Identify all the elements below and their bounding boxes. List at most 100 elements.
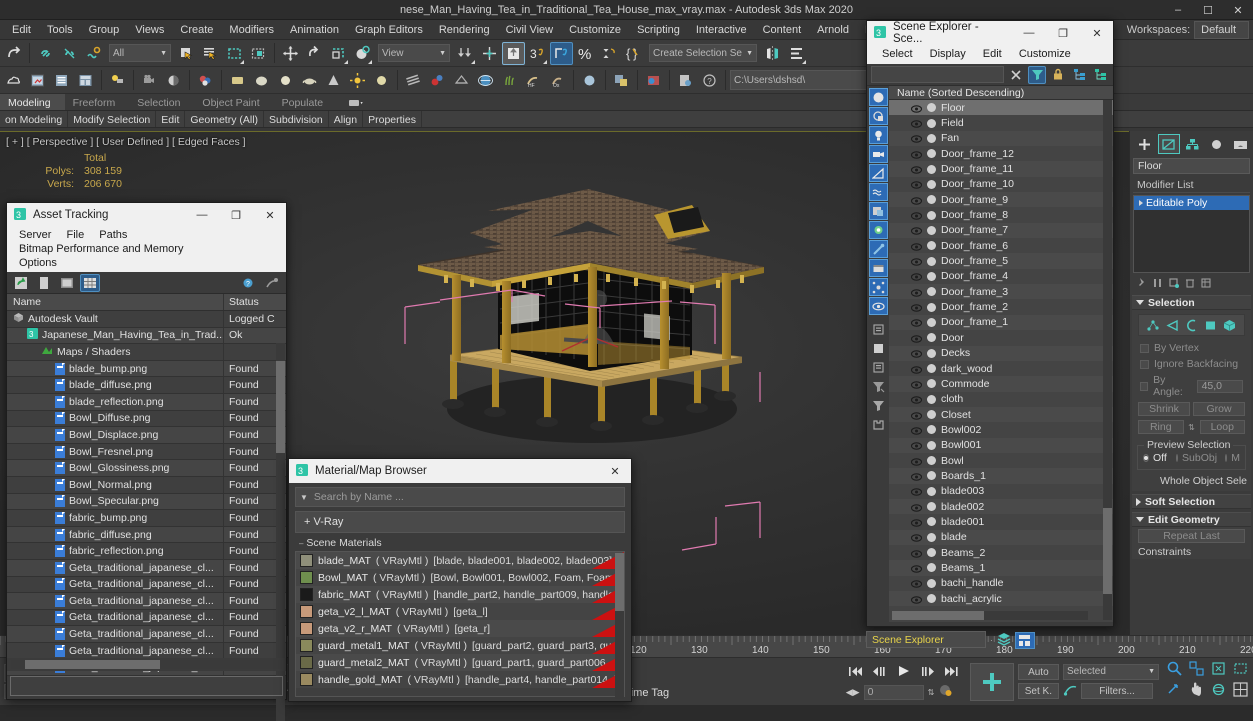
teapot-primitive-icon[interactable]	[298, 69, 321, 92]
preview-off-radio[interactable]	[1143, 454, 1149, 462]
scene-converter-icon[interactable]	[610, 69, 633, 92]
menu-item-content[interactable]: Content	[755, 22, 810, 38]
menu-item-views[interactable]: Views	[127, 22, 172, 38]
freeze-toggle-icon[interactable]	[927, 348, 936, 358]
freeze-toggle-icon[interactable]	[927, 532, 936, 542]
freeze-toggle-icon[interactable]	[927, 256, 936, 266]
vray-globe-icon[interactable]	[474, 69, 497, 92]
scene-explorer-column-header[interactable]: Name (Sorted Descending)	[889, 86, 1113, 100]
box-primitive-icon[interactable]	[226, 69, 249, 92]
table-row[interactable]: Bowl_Fresnel.png Found	[7, 443, 286, 461]
selection-filter-funnel-icon[interactable]	[869, 377, 888, 395]
freeze-toggle-icon[interactable]	[927, 379, 936, 389]
scene-object-row[interactable]: Door_frame_6	[889, 238, 1113, 254]
sphere-primitive-icon[interactable]	[250, 69, 273, 92]
workspaces-selector[interactable]: Workspaces: Default	[1127, 20, 1253, 39]
go-to-end-icon[interactable]	[942, 662, 962, 680]
eye-icon[interactable]	[910, 472, 923, 481]
menu-item-rendering[interactable]: Rendering	[431, 22, 498, 38]
list-item[interactable]: handle_gold_MAT( VRayMtl ) [handle_part4,…	[296, 671, 624, 688]
display-tab-icon[interactable]	[1229, 134, 1251, 154]
tab-freeform[interactable]: Freeform	[65, 94, 130, 110]
se-menu-customize[interactable]: Customize	[1012, 47, 1078, 61]
scene-object-row[interactable]: bachi_handle	[889, 575, 1113, 591]
freeze-toggle-icon[interactable]	[927, 517, 936, 527]
list-item[interactable]: guard_metal1_MAT( VRayMtl ) [guard_part2,…	[296, 637, 624, 654]
menu-item-graph-editors[interactable]: Graph Editors	[347, 22, 431, 38]
go-to-start-icon[interactable]	[846, 662, 866, 680]
display-hidden-icon[interactable]	[868, 297, 888, 315]
by-angle-checkbox[interactable]: By Angle: 45,0	[1132, 372, 1251, 400]
lock-icon[interactable]	[1049, 66, 1067, 84]
eye-icon[interactable]	[910, 288, 923, 297]
ribbon-btn-edit[interactable]: Edit	[156, 111, 186, 127]
table-row[interactable]: Maps / Shaders	[7, 344, 286, 361]
scene-object-row[interactable]: Door_frame_4	[889, 268, 1113, 285]
physical-camera-icon[interactable]	[162, 69, 185, 92]
stack-item-editable-poly[interactable]: Editable Poly	[1134, 196, 1249, 210]
select-and-rotate-icon[interactable]	[303, 42, 326, 65]
orbit-icon[interactable]	[1207, 679, 1229, 700]
freeze-toggle-icon[interactable]	[927, 486, 936, 496]
mirror-icon[interactable]	[761, 42, 784, 65]
key-filters-button[interactable]: Filters...	[1081, 683, 1153, 699]
freeze-toggle-icon[interactable]	[927, 364, 936, 374]
ribbon-btn-geometry-all[interactable]: Geometry (All)	[185, 111, 265, 127]
scene-object-row[interactable]: Floor	[889, 100, 1113, 116]
eye-icon[interactable]	[910, 303, 923, 312]
eye-icon[interactable]	[910, 272, 923, 282]
table-row[interactable]: Bowl_Normal.png Found	[7, 476, 286, 494]
select-and-manipulate-icon[interactable]	[478, 42, 501, 65]
object-name-field[interactable]: Floor	[1133, 158, 1250, 174]
rendered-frame-window-icon[interactable]	[50, 69, 73, 92]
scene-object-row[interactable]: Door_frame_5	[889, 253, 1113, 269]
pan-view-icon[interactable]	[1185, 679, 1207, 700]
eye-icon[interactable]	[910, 318, 923, 328]
tab-selection[interactable]: Selection	[129, 94, 194, 110]
eye-icon[interactable]	[910, 579, 923, 589]
eye-icon[interactable]	[910, 334, 923, 343]
freeze-toggle-icon[interactable]	[927, 502, 936, 512]
eye-icon[interactable]	[910, 564, 923, 573]
field-of-view-icon[interactable]	[1163, 679, 1185, 700]
menu-item-scripting[interactable]: Scripting	[629, 22, 688, 38]
scene-object-row[interactable]: Decks	[889, 345, 1113, 361]
vray-light-icon[interactable]	[450, 69, 473, 92]
asset-tracking-minimize-icon[interactable]: —	[188, 203, 216, 227]
asset-tracking-titlebar[interactable]: 3 Asset Tracking — ❐ ✕	[7, 203, 286, 227]
freeze-toggle-icon[interactable]	[927, 333, 936, 343]
menu-item-edit[interactable]: Edit	[4, 22, 39, 38]
select-object-icon[interactable]	[175, 42, 198, 65]
preview-multi-radio[interactable]	[1225, 454, 1228, 462]
border-subobject-icon[interactable]	[1183, 317, 1200, 333]
eye-icon[interactable]	[910, 349, 923, 358]
by-angle-value[interactable]: 45,0	[1196, 379, 1244, 393]
vray-fur-icon[interactable]	[498, 69, 521, 92]
ribbon-btn-properties[interactable]: Properties	[363, 111, 422, 127]
rollout-soft-selection-header[interactable]: Soft Selection	[1132, 494, 1251, 509]
by-vertex-box[interactable]	[1140, 343, 1149, 353]
vray-hair-farm-icon[interactable]: HF	[522, 69, 545, 92]
table-row[interactable]: Bowl_Specular.png Found	[7, 493, 286, 511]
eye-icon[interactable]	[910, 134, 923, 144]
create-tab-icon[interactable]	[1134, 134, 1156, 154]
scene-materials-list[interactable]: blade_MAT( VRayMtl ) [blade, blade001, bl…	[295, 551, 625, 697]
display-geometry-icon[interactable]	[868, 107, 888, 125]
vray-ornatrix-icon[interactable]: Ox	[546, 69, 569, 92]
reference-coordinate-dropdown[interactable]: View ▼	[378, 44, 450, 62]
zoom-icon[interactable]	[1163, 658, 1185, 679]
scene-explorer-minimize-icon[interactable]: —	[1015, 21, 1043, 45]
scene-object-row[interactable]: Door_frame_9	[889, 192, 1113, 208]
key-tangent-icon[interactable]	[1063, 683, 1078, 700]
scene-object-row[interactable]: blade003	[889, 483, 1113, 499]
scene-object-row[interactable]: Door_frame_11	[889, 161, 1113, 177]
menu-item-group[interactable]: Group	[81, 22, 128, 38]
key-mode-icon[interactable]	[938, 683, 953, 701]
list-item[interactable]: fabric_MAT ( VRayMtl ) [handle_part2, hand…	[296, 586, 624, 603]
eye-icon[interactable]	[910, 380, 923, 389]
asset-tracking-window[interactable]: 3 Asset Tracking — ❐ ✕ Server File Paths…	[6, 202, 287, 721]
maximize-icon[interactable]: ☐	[1193, 0, 1223, 20]
tab-modeling[interactable]: Modeling	[0, 94, 65, 110]
freeze-toggle-icon[interactable]	[927, 578, 936, 588]
asset-tracking-close-icon[interactable]: ✕	[256, 203, 284, 227]
